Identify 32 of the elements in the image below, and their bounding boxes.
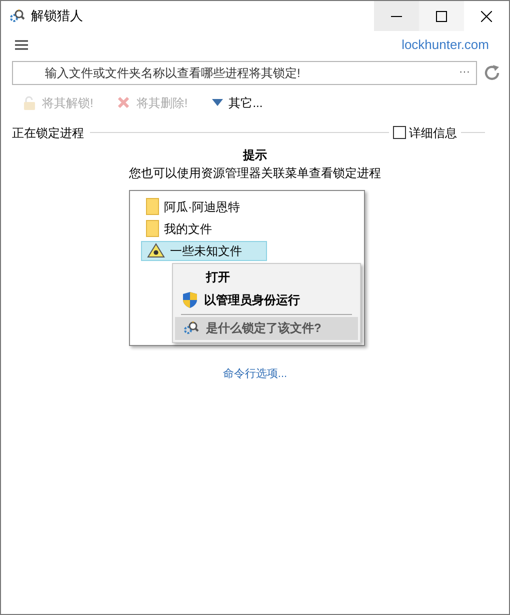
caret-icon <box>212 99 223 106</box>
warning-icon <box>147 243 165 258</box>
path-field[interactable]: 输入文件或文件夹名称以查看哪些进程将其锁定! ··· <box>12 60 477 84</box>
file-item[interactable]: 我的文件 <box>141 218 267 238</box>
shield-icon <box>183 292 197 308</box>
menu-item[interactable]: 以管理员身份运行 <box>175 288 358 312</box>
toolbar-button[interactable]: 其它... <box>212 94 263 112</box>
details-checkbox[interactable] <box>393 126 406 139</box>
close-icon <box>481 10 492 22</box>
file-item[interactable]: 阿瓜·阿迪恩特 <box>141 196 267 216</box>
maximize-icon <box>436 10 447 22</box>
magnifier-gear-icon <box>183 320 199 336</box>
browse-button[interactable]: ··· <box>459 64 470 81</box>
cross-icon <box>117 96 130 109</box>
menu-icon <box>15 40 28 50</box>
window-title: 解锁猎人 <box>31 7 83 26</box>
hint-title: 提示 <box>243 146 267 164</box>
app-icon <box>9 8 25 24</box>
folder-icon <box>146 220 159 237</box>
maximize-button[interactable] <box>419 1 464 31</box>
folder-icon <box>146 198 159 215</box>
command-line-link[interactable]: 命令行选项... <box>222 366 288 382</box>
menu-button[interactable] <box>13 38 30 52</box>
website-link[interactable]: lockhunter.com <box>402 35 489 54</box>
refresh-icon[interactable] <box>483 64 501 82</box>
menu-item[interactable]: 打开 <box>175 266 358 288</box>
hint-text: 您也可以使用资源管理器关联菜单查看锁定进程 <box>129 164 381 182</box>
file-item[interactable]: 一些未知文件 <box>141 240 267 260</box>
section-title: 正在锁定进程 <box>12 124 85 142</box>
padlock-icon <box>23 96 36 110</box>
details-label: 详细信息 <box>409 124 457 142</box>
menu-item[interactable]: 是什么锁定了该文件? <box>175 316 358 340</box>
